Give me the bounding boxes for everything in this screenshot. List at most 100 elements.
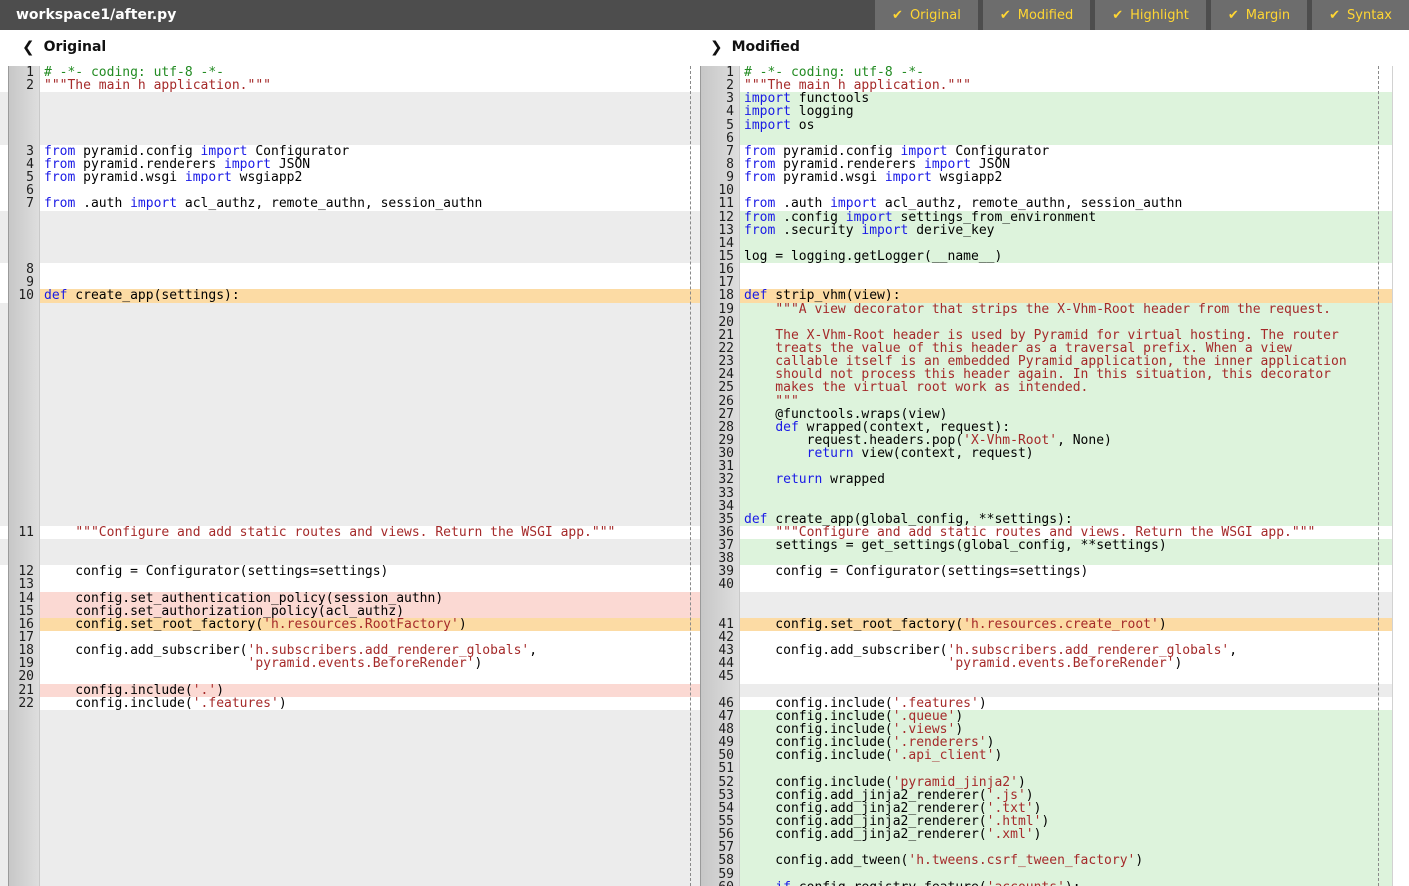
toggle-button-label: Original (910, 8, 961, 23)
pane-header-modified: ❯ Modified (710, 38, 800, 56)
filler-row (0, 303, 700, 316)
filler-row (0, 487, 700, 500)
code-line: 16 (700, 263, 1392, 276)
filler-row (0, 710, 700, 723)
line-number: 14 (8, 592, 40, 605)
gutter-strip (0, 710, 8, 723)
code-text: from pyramid.wsgi import wsgiapp2 (40, 171, 700, 184)
line-number (8, 381, 40, 394)
gutter-strip (0, 224, 8, 237)
code-text (40, 395, 700, 408)
checkmark-icon: ✔ (1228, 8, 1239, 23)
filler-row (0, 776, 700, 789)
line-number: 8 (8, 263, 40, 276)
toggle-modified-button[interactable]: ✔Modified (983, 0, 1090, 30)
code-text: callable itself is an embedded Pyramid a… (740, 355, 1392, 368)
line-number (8, 762, 40, 775)
code-text: 'pyramid.events.BeforeRender') (740, 657, 1392, 670)
code-line: 13 (0, 578, 700, 591)
code-text (40, 184, 700, 197)
code-text (40, 421, 700, 434)
line-number: 10 (8, 289, 40, 302)
gutter-strip (0, 539, 8, 552)
filler-row (0, 762, 700, 775)
filler-row (0, 132, 700, 145)
filler-row (0, 342, 700, 355)
code-text (40, 237, 700, 250)
checkmark-icon: ✔ (892, 8, 903, 23)
filler-row (0, 552, 700, 565)
code-line: 16 config.set_root_factory('h.resources.… (0, 618, 700, 631)
code-text: config.include('pyramid_jinja2') (740, 776, 1392, 789)
code-text (40, 552, 700, 565)
line-number: 33 (700, 487, 740, 500)
code-line: 2"""The main h application.""" (700, 79, 1392, 92)
code-text: should not process this header again. In… (740, 368, 1392, 381)
code-line: 57 (700, 841, 1392, 854)
filler-row (0, 105, 700, 118)
code-text (40, 355, 700, 368)
toggle-original-button[interactable]: ✔ Original (875, 0, 978, 30)
line-number: 12 (700, 211, 740, 224)
filler-row (700, 592, 1392, 605)
code-line: 55 config.add_jinja2_renderer('.html') (700, 815, 1392, 828)
code-text (740, 841, 1392, 854)
gutter-strip (0, 329, 8, 342)
code-line: 42 (700, 631, 1392, 644)
code-line: 35def create_app(global_config, **settin… (700, 513, 1392, 526)
code-line: 5import os (700, 119, 1392, 132)
chevron-left-icon: ❮ (22, 38, 35, 56)
gutter-strip (0, 618, 8, 631)
code-line: 4import logging (700, 105, 1392, 118)
code-text (40, 539, 700, 552)
line-number (8, 473, 40, 486)
line-number (8, 303, 40, 316)
line-number (8, 421, 40, 434)
code-text: makes the virtual root work as intended. (740, 381, 1392, 394)
filler-row (0, 355, 700, 368)
line-number: 25 (700, 381, 740, 394)
line-number (8, 329, 40, 342)
line-number: 13 (700, 224, 740, 237)
line-number: 4 (8, 158, 40, 171)
toggle-highlight-button[interactable]: ✔Highlight (1095, 0, 1206, 30)
toggle-margin-button[interactable]: ✔Margin (1211, 0, 1307, 30)
gutter-strip (0, 565, 8, 578)
scrollbar-track[interactable] (1392, 66, 1409, 886)
line-number: 46 (700, 697, 740, 710)
line-number (8, 854, 40, 867)
gutter-strip (0, 460, 8, 473)
gutter-strip (0, 736, 8, 749)
line-number: 18 (700, 289, 740, 302)
gutter-strip (0, 789, 8, 802)
code-line: 50 config.include('.api_client') (700, 749, 1392, 762)
code-text (40, 211, 700, 224)
code-text (40, 868, 700, 881)
code-line: 25 makes the virtual root work as intend… (700, 381, 1392, 394)
line-number: 20 (8, 670, 40, 683)
code-line: 1# -*- coding: utf-8 -*- (700, 66, 1392, 79)
toggle-button-label: Modified (1018, 8, 1073, 23)
modified-code-pane[interactable]: 1# -*- coding: utf-8 -*-2"""The main h a… (700, 66, 1392, 886)
code-text (740, 237, 1392, 250)
code-line: 39 config = Configurator(settings=settin… (700, 565, 1392, 578)
line-number (700, 605, 740, 618)
line-number (8, 237, 40, 250)
original-code-pane[interactable]: 1# -*- coding: utf-8 -*-2"""The main h a… (0, 66, 700, 886)
code-line: 24 should not process this header again.… (700, 368, 1392, 381)
code-line: 19 'pyramid.events.BeforeRender') (0, 657, 700, 670)
gutter-strip (0, 79, 8, 92)
code-line: 18 config.add_subscriber('h.subscribers.… (0, 644, 700, 657)
code-text: """Configure and add static routes and v… (740, 526, 1392, 539)
toggle-syntax-button[interactable]: ✔Syntax (1312, 0, 1409, 30)
code-line: 10def create_app(settings): (0, 289, 700, 302)
gutter-strip (0, 263, 8, 276)
code-line: 7from .auth import acl_authz, remote_aut… (0, 197, 700, 210)
line-number (8, 881, 40, 886)
gutter-strip (0, 158, 8, 171)
line-number (8, 395, 40, 408)
code-text (40, 105, 700, 118)
line-number: 6 (700, 132, 740, 145)
gutter-strip (0, 578, 8, 591)
code-line: 60 if config.registry.feature('accounts'… (700, 881, 1392, 886)
